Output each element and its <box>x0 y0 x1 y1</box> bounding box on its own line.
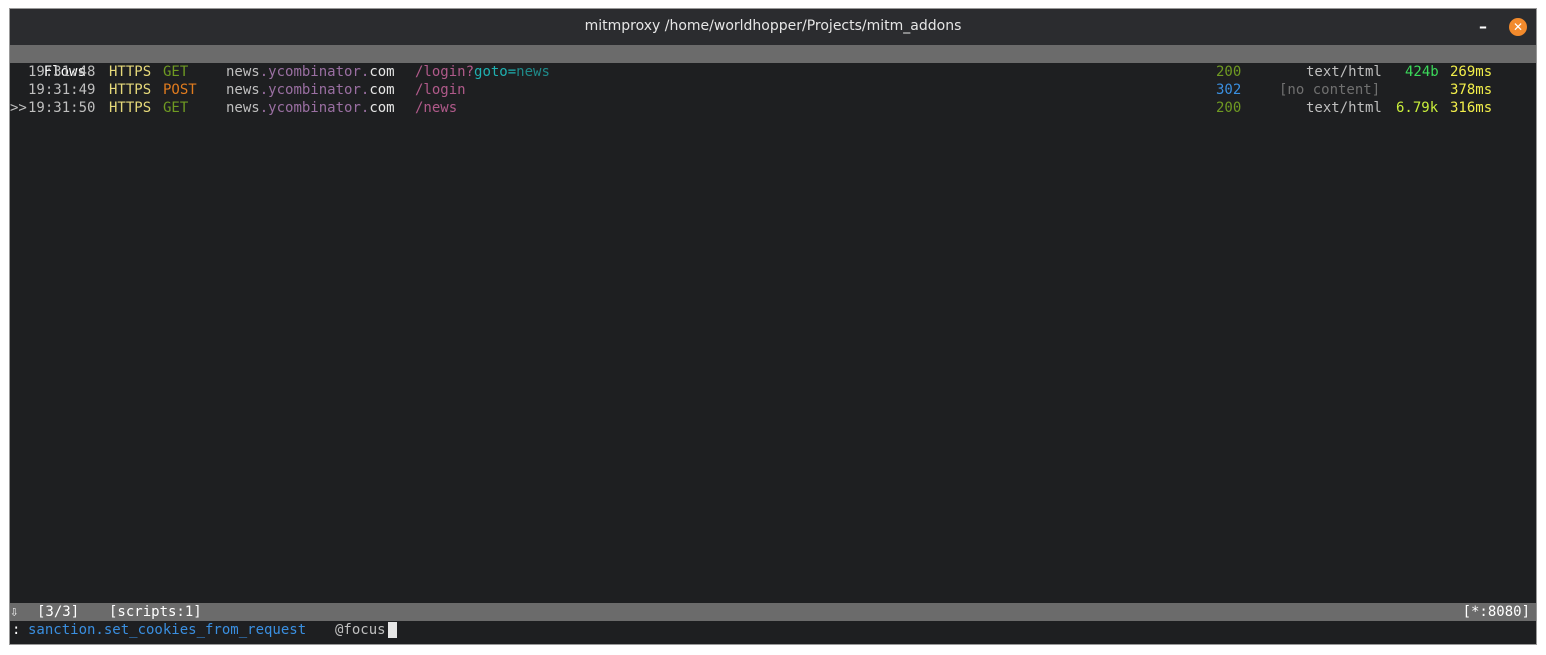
host-subdomain: news <box>226 82 260 98</box>
focus-marker: >> <box>10 100 27 116</box>
status-bar: ⇩ [3/3] [scripts:1] [*:8080] <box>10 603 1536 621</box>
flow-duration: 378ms <box>1450 82 1493 98</box>
flow-row[interactable]: 19:31:48 HTTPS GET news.ycombinator.com … <box>10 63 1536 81</box>
command-prompt[interactable]: : sanction.set_cookies_from_request @foc… <box>10 621 1536 639</box>
query-value: news <box>516 64 550 80</box>
flow-time: 19:31:50 <box>28 100 96 116</box>
flow-duration: 269ms <box>1450 64 1493 80</box>
flow-host: news.ycombinator.com <box>226 63 395 81</box>
flow-content-type: text/html <box>1306 100 1382 116</box>
host-domain: ycombinator <box>268 82 361 98</box>
terminal-window: mitmproxy /home/worldhopper/Projects/mit… <box>9 8 1537 645</box>
flow-path: /login <box>415 82 466 98</box>
flow-time: 19:31:49 <box>28 82 96 98</box>
flow-row[interactable]: >> 19:31:50 HTTPS GET news.ycombinator.c… <box>10 99 1536 117</box>
title-bar: mitmproxy /home/worldhopper/Projects/mit… <box>10 9 1536 45</box>
close-button[interactable]: ✕ <box>1509 18 1527 36</box>
window-title: mitmproxy /home/worldhopper/Projects/mit… <box>584 18 962 34</box>
host-domain: ycombinator <box>268 64 361 80</box>
host-dot: . <box>259 100 269 116</box>
host-tld: com <box>369 82 395 98</box>
flow-time: 19:31:48 <box>28 64 96 80</box>
flow-scheme: HTTPS <box>109 100 152 116</box>
flow-position: [3/3] <box>37 604 80 620</box>
flow-status: 200 <box>1216 100 1242 116</box>
host-dot: . <box>259 82 269 98</box>
flow-method: POST <box>163 82 197 98</box>
flow-size: 424b <box>1405 64 1439 80</box>
flow-size: 6.79k <box>1396 100 1439 116</box>
query-separator: ? <box>465 64 475 80</box>
flow-status: 200 <box>1216 64 1242 80</box>
flow-method: GET <box>163 64 189 80</box>
text-cursor <box>388 622 397 638</box>
host-domain: ycombinator <box>268 100 361 116</box>
flow-path: /login?goto=news <box>415 63 550 81</box>
flow-row[interactable]: 19:31:49 HTTPS POST news.ycombinator.com… <box>10 81 1536 99</box>
host-subdomain: news <box>226 64 260 80</box>
command-argument: @focus <box>335 622 386 638</box>
command-name: sanction.set_cookies_from_request <box>28 622 307 638</box>
flow-host: news.ycombinator.com <box>226 81 395 99</box>
scripts-count: [scripts:1] <box>109 604 202 620</box>
query-equals: = <box>507 64 517 80</box>
flow-method: GET <box>163 100 189 116</box>
scroll-down-icon: ⇩ <box>10 604 19 620</box>
flow-content-type: [no content] <box>1279 82 1381 98</box>
listen-address: [*:8080] <box>1462 604 1530 620</box>
query-key: goto <box>474 64 508 80</box>
flow-duration: 316ms <box>1450 100 1493 116</box>
path: /login <box>415 64 466 80</box>
flow-status: 302 <box>1216 82 1242 98</box>
flow-path: /news <box>415 100 458 116</box>
flows-header: Flows <box>10 45 1536 80</box>
command-prefix: : <box>12 622 21 638</box>
host-tld: com <box>369 100 395 116</box>
minimize-button[interactable]: – <box>1474 17 1492 37</box>
flow-content-type: text/html <box>1306 64 1382 80</box>
host-tld: com <box>369 64 395 80</box>
flow-scheme: HTTPS <box>109 82 152 98</box>
host-dot: . <box>259 64 269 80</box>
host-subdomain: news <box>226 100 260 116</box>
flow-host: news.ycombinator.com <box>226 99 395 117</box>
flow-scheme: HTTPS <box>109 64 152 80</box>
